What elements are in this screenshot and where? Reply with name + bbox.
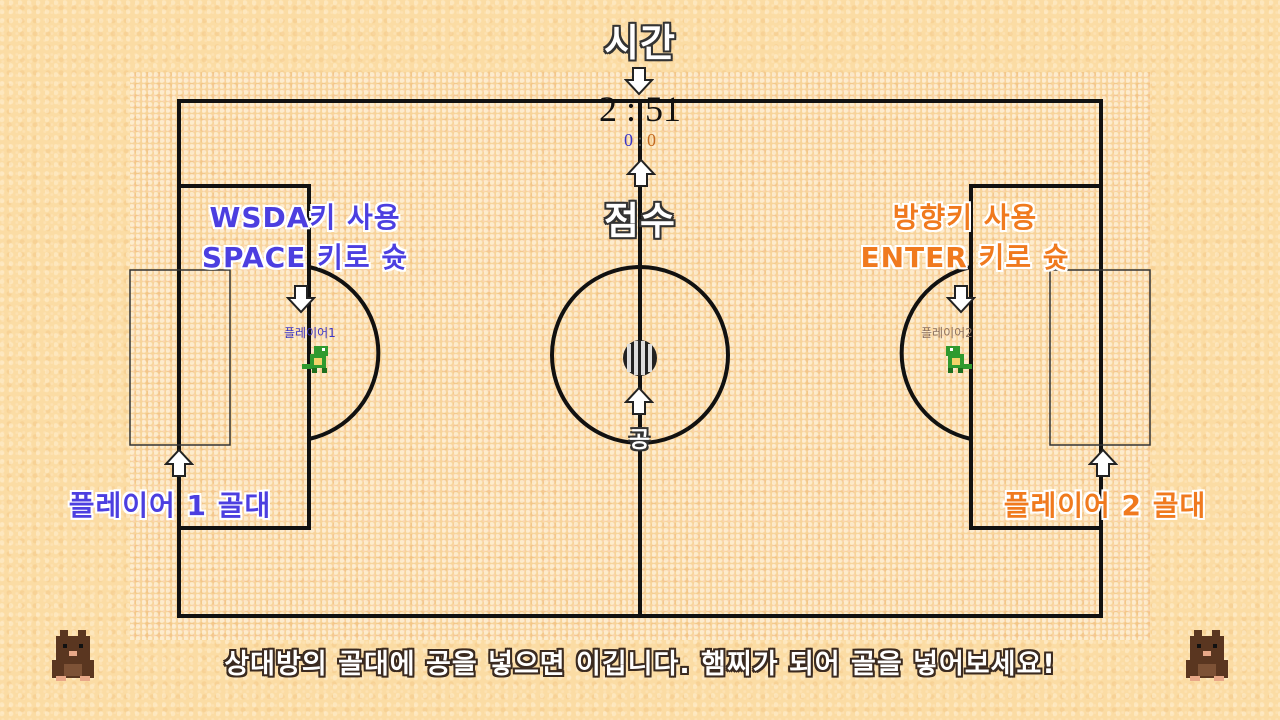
footer-message: 상대방의 골대에 공을 넣으면 이깁니다. 햄찌가 되어 골을 넣어보세요! xyxy=(224,649,1056,680)
p1-controls-line1: WSDA키 사용 xyxy=(209,201,401,234)
p1-goal-label: 플레이어 1 골대 xyxy=(68,489,272,522)
mole-icon xyxy=(1186,630,1228,681)
score-separator: : xyxy=(637,130,643,150)
arrow-up-icon xyxy=(1088,448,1118,477)
arrow-up-icon xyxy=(624,386,654,415)
arrow-up-icon xyxy=(626,158,656,187)
timer: 2 : 51 xyxy=(598,89,681,129)
dino-icon xyxy=(302,346,328,373)
p1-controls-line2: SPACE 키로 슛 xyxy=(201,241,409,274)
p2-goal-label: 플레이어 2 골대 xyxy=(1003,489,1207,522)
arrow-up-icon xyxy=(164,448,194,477)
dino-icon xyxy=(946,346,972,373)
player1-score: 0 xyxy=(623,130,633,150)
arrow-down-icon xyxy=(946,285,976,314)
ball-icon xyxy=(623,340,657,376)
ball-label: 공 xyxy=(629,428,651,453)
p2-controls-line1: 방향키 사용 xyxy=(892,201,1038,234)
score-display: 0 : 0 xyxy=(600,130,680,151)
score-title: 점수 xyxy=(604,199,676,243)
arrow-down-icon xyxy=(286,285,316,314)
time-title: 시간 xyxy=(604,21,676,65)
player1-name: 플레이어1 xyxy=(284,326,336,340)
player2-name: 플레이어2 xyxy=(921,326,973,340)
p2-controls-line2: ENTER 키로 슛 xyxy=(860,241,1070,274)
player2-score: 0 xyxy=(647,130,656,150)
